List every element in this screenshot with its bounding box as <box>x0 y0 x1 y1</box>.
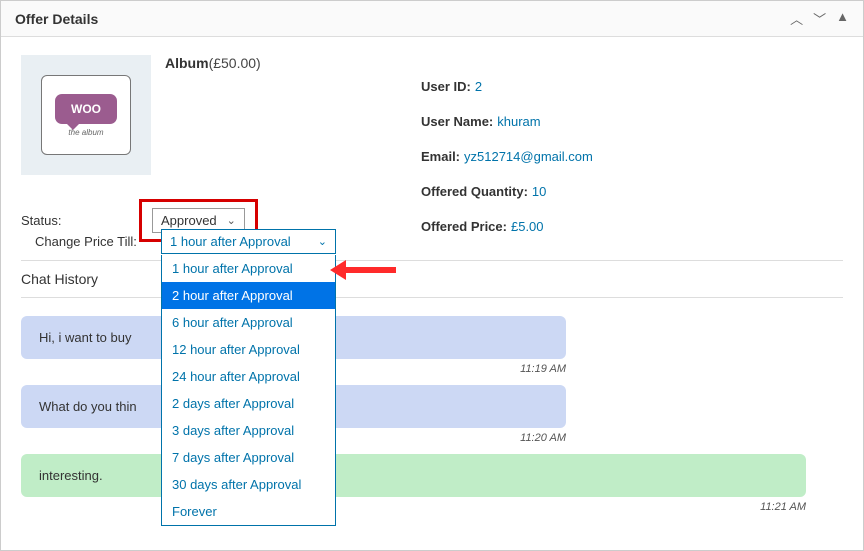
woo-logo: WOO <box>55 94 117 124</box>
user-name-value: khuram <box>497 114 540 129</box>
user-info-panel: User ID: 2 User Name: khuram Email: yz51271… <box>421 55 843 254</box>
email-label: Email: <box>421 149 460 164</box>
chevron-down-icon: ⌄ <box>227 214 236 227</box>
change-price-option[interactable]: 24 hour after Approval <box>162 363 335 390</box>
chat-bubble: interesting. <box>21 454 806 497</box>
qty-value: 10 <box>532 184 546 199</box>
change-price-option[interactable]: Forever <box>162 498 335 525</box>
product-image: WOO the album <box>21 55 151 175</box>
change-price-select[interactable]: 1 hour after Approval ⌄ <box>161 229 336 254</box>
panel-controls: ︿ ﹀ ▲ <box>790 9 849 28</box>
change-price-option[interactable]: 30 days after Approval <box>162 471 335 498</box>
product-price: (£50.00) <box>209 55 261 71</box>
offered-price-value: £5.00 <box>511 219 544 234</box>
user-name-label: User Name: <box>421 114 493 129</box>
panel-collapse-icon[interactable]: ▲ <box>836 9 849 28</box>
change-price-option[interactable]: 12 hour after Approval <box>162 336 335 363</box>
chat-history-title: Chat History <box>21 271 863 287</box>
change-price-dropdown: 1 hour after Approval2 hour after Approv… <box>161 255 336 526</box>
chat-timestamp: 11:21 AM <box>21 501 806 513</box>
qty-label: Offered Quantity: <box>421 184 528 199</box>
change-price-option[interactable]: 3 days after Approval <box>162 417 335 444</box>
change-price-option[interactable]: 2 days after Approval <box>162 390 335 417</box>
divider <box>21 260 843 261</box>
user-id-value: 2 <box>475 79 482 94</box>
panel-up-icon[interactable]: ︿ <box>790 9 803 28</box>
panel-down-icon[interactable]: ﹀ <box>813 9 826 28</box>
change-price-label: Change Price Till: <box>35 234 137 249</box>
change-price-option[interactable]: 6 hour after Approval <box>162 309 335 336</box>
chevron-down-icon: ⌄ <box>318 235 327 248</box>
offered-price-label: Offered Price: <box>421 219 507 234</box>
chat-message: Hi, i want to buy11:19 AM <box>21 316 831 375</box>
panel-title: Offer Details <box>15 11 98 27</box>
change-price-select-value: 1 hour after Approval <box>170 234 291 249</box>
divider <box>21 297 843 298</box>
arrow-annotation <box>346 267 396 273</box>
chat-scroll-area[interactable]: Hi, i want to buy11:19 AM What do you thi… <box>21 306 843 516</box>
panel-header: Offer Details ︿ ﹀ ▲ <box>1 1 863 37</box>
product-name: Album <box>165 55 209 71</box>
user-id-label: User ID: <box>421 79 471 94</box>
product-title: Album(£50.00) <box>165 55 261 175</box>
email-value: yz512714@gmail.com <box>464 149 593 164</box>
change-price-option[interactable]: 1 hour after Approval <box>162 255 335 282</box>
status-select-value: Approved <box>161 213 217 228</box>
chat-message: interesting. 11:21 AM <box>21 454 831 513</box>
change-price-option[interactable]: 7 days after Approval <box>162 444 335 471</box>
content-area: WOO the album Album(£50.00) Status: Appr… <box>1 37 863 254</box>
status-label: Status: <box>21 213 139 228</box>
chat-message: What do you thin11:20 AM <box>21 385 831 444</box>
change-price-option[interactable]: 2 hour after Approval <box>162 282 335 309</box>
